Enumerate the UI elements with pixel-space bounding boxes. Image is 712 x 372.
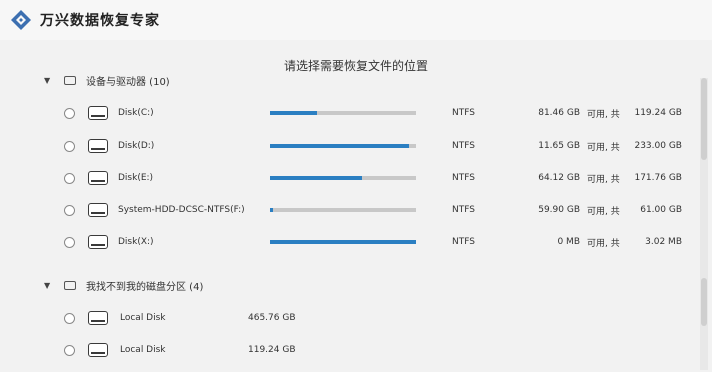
total-space: 119.24 GB [634,108,682,118]
select-radio[interactable] [64,236,75,248]
list-item[interactable]: Disk(D:) NTFS 11.65 GB 可用, 共 233.00 GB [0,134,712,158]
available-label: 可用, 共 [587,206,620,217]
usage-bar [270,208,416,212]
filesystem: NTFS [452,141,475,151]
list-item[interactable]: Local Disk 119.24 GB [0,338,712,362]
list-item[interactable]: System-HDD-DCSC-NTFS(F:) NTFS 59.90 GB 可… [0,198,712,222]
drive-name: System-HDD-DCSC-NTFS(F:) [118,205,245,215]
disk-icon [88,171,108,185]
filesystem: NTFS [452,237,475,247]
usage-fill [270,208,273,212]
title-bar: 万兴数据恢复专家 [0,0,712,40]
app-title: 万兴数据恢复专家 [40,13,160,29]
drive-name: Disk(X:) [118,237,154,247]
drive-icon [64,280,76,290]
available-space: 11.65 GB [538,141,580,151]
usage-fill [270,111,317,115]
filesystem: NTFS [452,108,475,118]
usage-bar [270,176,416,180]
total-space: 61.00 GB [640,205,682,215]
usage-bar [270,111,416,115]
partition-size: 465.76 GB [248,313,296,323]
usage-fill [270,144,409,148]
usage-fill [270,240,416,244]
available-space: 59.90 GB [538,205,580,215]
drive-name: Disk(C:) [118,108,154,118]
list-item[interactable]: Disk(C:) NTFS 81.46 GB 可用, 共 119.24 GB [0,101,712,125]
total-space: 3.02 MB [645,237,682,247]
usage-bar [270,144,416,148]
available-space: 0 MB [557,237,580,247]
select-radio[interactable] [64,107,75,119]
available-label: 可用, 共 [587,174,620,185]
app-logo-icon [11,10,31,30]
filesystem: NTFS [452,173,475,183]
available-label: 可用, 共 [587,238,620,249]
available-space: 64.12 GB [538,173,580,183]
disk-icon [88,311,108,325]
filesystem: NTFS [452,205,475,215]
select-radio[interactable] [64,172,75,184]
group-header-devices[interactable]: ▼ 设备与驱动器 (10) [44,71,170,89]
scrollbar-thumb[interactable] [701,278,707,326]
total-space: 233.00 GB [634,141,682,151]
disk-icon [88,106,108,120]
select-radio[interactable] [64,140,75,152]
disk-icon [88,343,108,357]
select-radio[interactable] [64,204,75,216]
partition-size: 119.24 GB [248,345,296,355]
drive-icon [64,75,76,85]
group-header-lost-partitions[interactable]: ▼ 我找不到我的磁盘分区 (4) [44,276,203,294]
list-item[interactable]: Local Disk 465.76 GB [0,306,712,330]
chevron-down-icon[interactable]: ▼ [44,76,56,85]
available-space: 81.46 GB [538,108,580,118]
usage-fill [270,176,362,180]
list-item[interactable]: Disk(X:) NTFS 0 MB 可用, 共 3.02 MB [0,230,712,254]
disk-icon [88,235,108,249]
scrollbar[interactable] [700,78,708,370]
scrollbar-thumb[interactable] [701,78,707,160]
drive-name: Local Disk [120,313,166,323]
chevron-down-icon[interactable]: ▼ [44,281,56,290]
drive-name: Disk(D:) [118,141,155,151]
disk-icon [88,139,108,153]
available-label: 可用, 共 [587,109,620,120]
usage-bar [270,240,416,244]
select-radio[interactable] [64,312,75,324]
available-label: 可用, 共 [587,142,620,153]
total-space: 171.76 GB [634,173,682,183]
drive-name: Local Disk [120,345,166,355]
group-label: 设备与驱动器 (10) [86,76,170,88]
list-item[interactable]: Disk(E:) NTFS 64.12 GB 可用, 共 171.76 GB [0,166,712,190]
disk-icon [88,203,108,217]
drive-name: Disk(E:) [118,173,154,183]
select-radio[interactable] [64,344,75,356]
group-label: 我找不到我的磁盘分区 (4) [86,281,204,293]
